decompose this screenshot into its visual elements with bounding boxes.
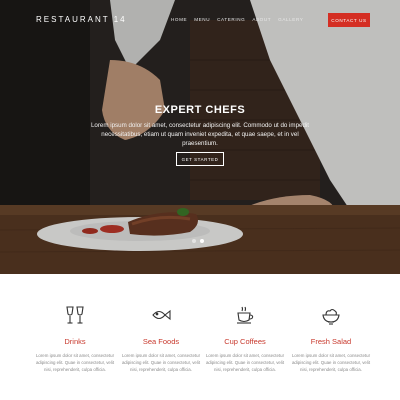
feature-title: Sea Foods xyxy=(142,337,180,346)
get-started-button[interactable]: GET STARTED xyxy=(176,152,224,166)
features-section: Drinks Lorem ipsum dolor sit amet, conse… xyxy=(0,274,400,400)
feature-title: Fresh Salad xyxy=(310,337,352,346)
feature-fresh-salad: Fresh Salad Lorem ipsum dolor sit amet, … xyxy=(285,304,377,373)
feature-title: Drinks xyxy=(64,337,86,346)
nav-link-about[interactable]: ABOUT xyxy=(252,17,271,22)
slider-dot-active[interactable] xyxy=(200,239,204,243)
feature-cup-coffees: Cup Coffees Lorem ipsum dolor sit amet, … xyxy=(199,304,291,373)
nav-link-gallery[interactable]: GALLERY xyxy=(278,17,303,22)
nav-link-home[interactable]: HOME xyxy=(171,17,187,22)
feature-description: Lorem ipsum dolor sit amet, consectetur … xyxy=(291,353,371,372)
hero-section: RESTAURANT 14 HOME MENU CATERING ABOUT G… xyxy=(0,0,400,274)
top-navigation: RESTAURANT 14 HOME MENU CATERING ABOUT G… xyxy=(0,0,400,40)
site-logo[interactable]: RESTAURANT 14 xyxy=(36,15,127,24)
feature-drinks: Drinks Lorem ipsum dolor sit amet, conse… xyxy=(29,304,121,373)
feature-description: Lorem ipsum dolor sit amet, consectetur … xyxy=(35,353,115,372)
coffee-cup-icon xyxy=(199,304,291,326)
fish-icon xyxy=(115,304,207,326)
nav-link-catering[interactable]: CATERING xyxy=(217,17,245,22)
nav-link-menu[interactable]: MENU xyxy=(194,17,210,22)
slider-dot[interactable] xyxy=(192,239,196,243)
main-menu: HOME MENU CATERING ABOUT GALLERY xyxy=(171,17,303,22)
feature-description: Lorem ipsum dolor sit amet, consectetur … xyxy=(205,353,285,372)
hero-title: EXPERT CHEFS xyxy=(154,104,246,116)
feature-description: Lorem ipsum dolor sit amet, consectetur … xyxy=(121,353,201,372)
hero-description: Lorem ipsum dolor sit amet, consectetur … xyxy=(90,122,310,147)
wine-glasses-icon xyxy=(29,304,121,326)
slider-dots xyxy=(192,239,204,243)
contact-us-button[interactable]: CONTACT US xyxy=(328,13,370,27)
feature-title: Cup Coffees xyxy=(224,337,266,346)
feature-sea-foods: Sea Foods Lorem ipsum dolor sit amet, co… xyxy=(115,304,207,373)
salad-bowl-icon xyxy=(285,304,377,326)
